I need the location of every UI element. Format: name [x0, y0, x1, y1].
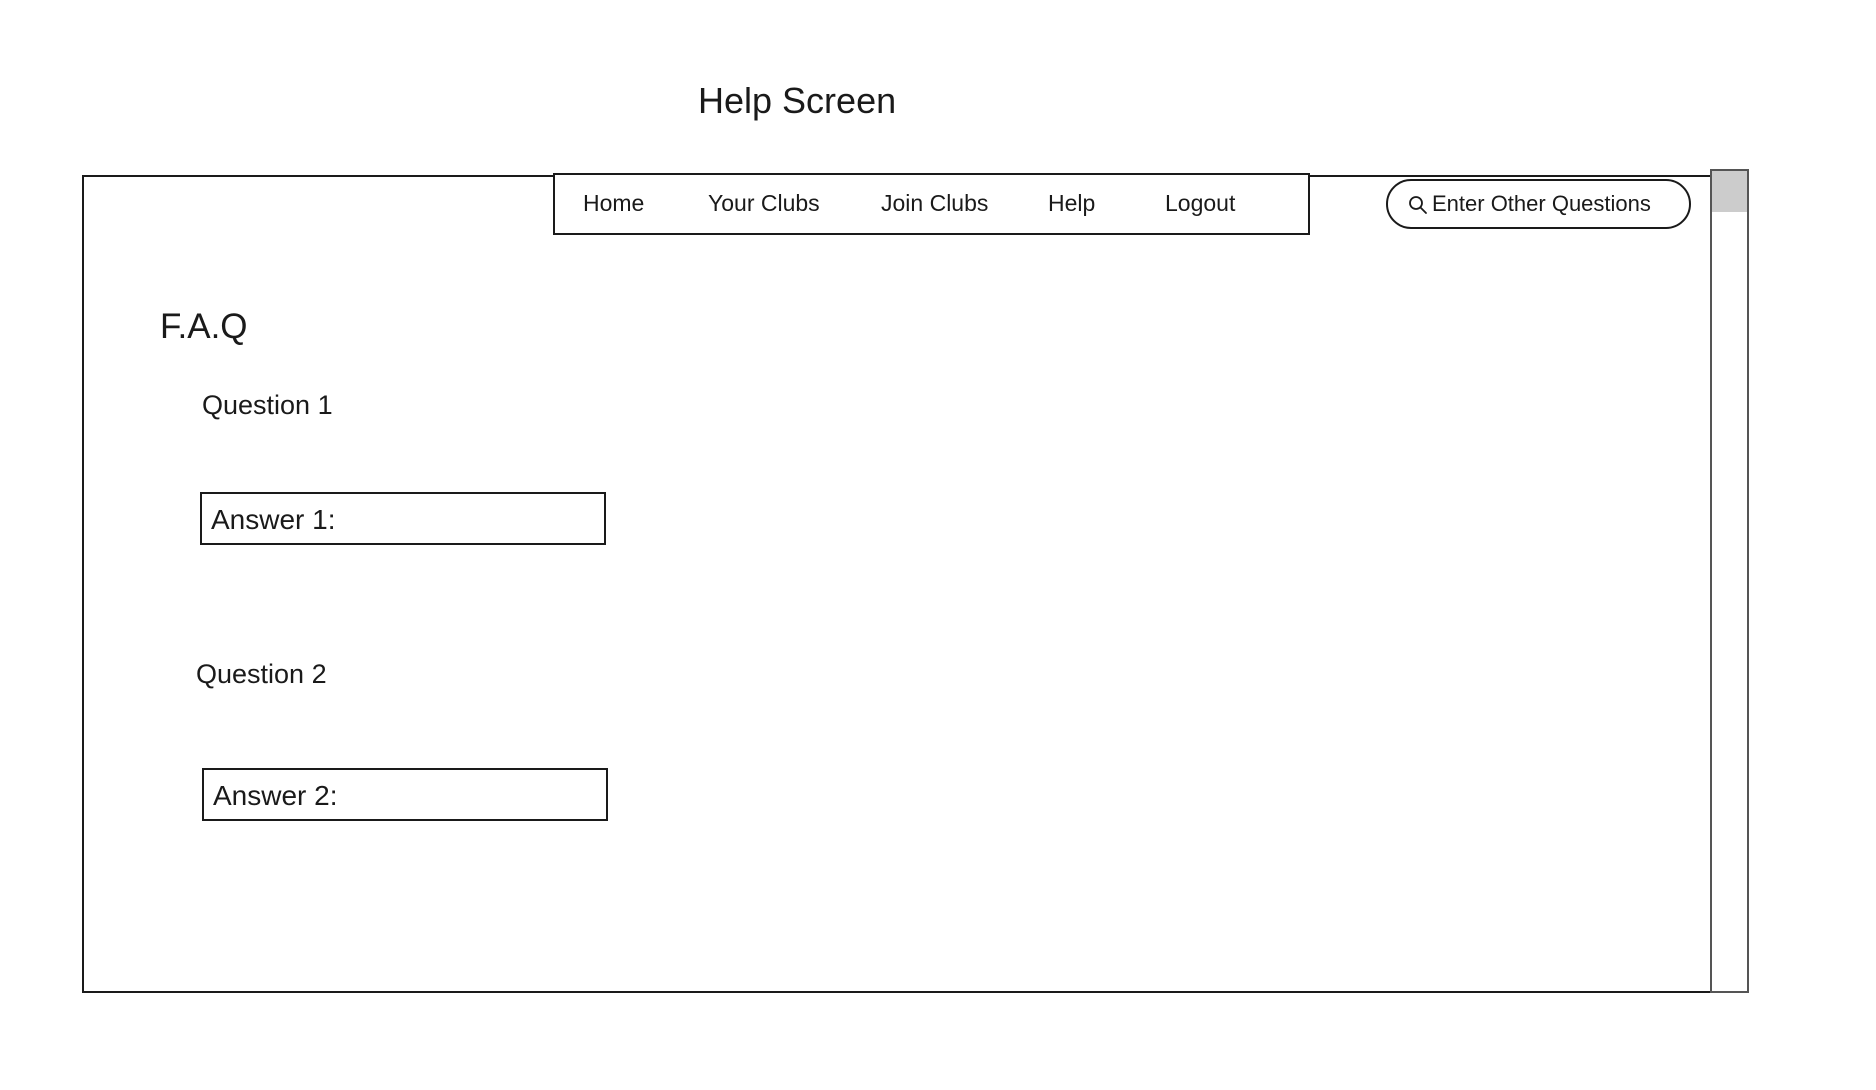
search-icon [1409, 196, 1427, 214]
scrollbar-thumb[interactable] [1712, 171, 1747, 212]
nav-item-your-clubs[interactable]: Your Clubs [708, 190, 820, 217]
nav-item-logout[interactable]: Logout [1165, 190, 1235, 217]
faq-question-2[interactable]: Question 2 [196, 659, 327, 690]
faq-heading: F.A.Q [160, 307, 248, 346]
faq-question-1[interactable]: Question 1 [202, 390, 333, 421]
nav-item-help[interactable]: Help [1048, 190, 1095, 217]
question-search-box[interactable] [1386, 179, 1691, 229]
nav-bar: Home Your Clubs Join Clubs Help Logout [553, 173, 1310, 235]
vertical-scrollbar[interactable] [1710, 169, 1749, 993]
faq-answer-2-box: Answer 2: [202, 768, 608, 821]
page-title: Help Screen [698, 80, 897, 121]
nav-item-home[interactable]: Home [583, 190, 644, 217]
question-search-input[interactable] [1432, 189, 1682, 219]
nav-item-join-clubs[interactable]: Join Clubs [881, 190, 988, 217]
faq-answer-1-box: Answer 1: [200, 492, 606, 545]
app-window [82, 175, 1747, 993]
